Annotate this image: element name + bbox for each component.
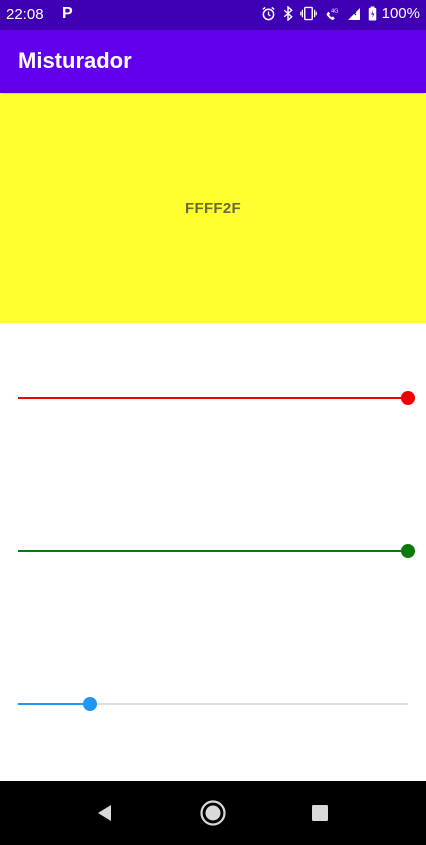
recents-icon[interactable] (304, 797, 336, 829)
bluetooth-icon (283, 6, 293, 21)
slider-fill (18, 397, 408, 399)
slider-fill (18, 703, 90, 705)
alarm-icon (261, 6, 276, 21)
notification-p-icon: P (62, 5, 73, 22)
signal-icon (347, 7, 361, 21)
hex-value-label: FFFF2F (185, 200, 241, 217)
slider-thumb[interactable] (83, 697, 97, 711)
volte-icon: 4G (324, 6, 340, 21)
status-bar: 22:08 P 4G 100% (0, 0, 426, 30)
slider-fill (18, 550, 408, 552)
vibrate-icon (299, 6, 317, 21)
status-icons: 4G 100% (261, 5, 420, 22)
battery-icon (368, 6, 377, 21)
slider-thumb[interactable] (401, 544, 415, 558)
red-slider[interactable] (18, 386, 415, 410)
screen: 22:08 P 4G 100% Misturador FFFF2F (0, 0, 426, 845)
home-icon[interactable] (197, 797, 229, 829)
blue-slider[interactable] (18, 692, 408, 716)
green-slider[interactable] (18, 539, 415, 563)
color-preview: FFFF2F (0, 94, 426, 323)
battery-percent: 100% (381, 5, 420, 22)
navigation-bar (0, 781, 426, 845)
app-bar: Misturador (0, 30, 426, 93)
slider-thumb[interactable] (401, 391, 415, 405)
svg-text:4G: 4G (331, 9, 338, 15)
back-icon[interactable] (89, 797, 121, 829)
status-time: 22:08 (6, 6, 44, 23)
app-title: Misturador (18, 48, 132, 73)
